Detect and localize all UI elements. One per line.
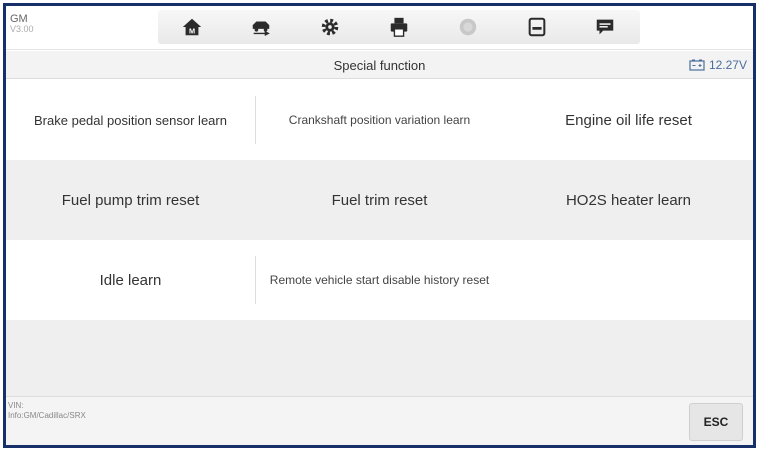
- help-icon: [459, 18, 477, 36]
- settings-button[interactable]: [310, 11, 350, 43]
- vehicle-info: VIN: Info:GM/Cadillac/SRX: [8, 401, 86, 422]
- home-button[interactable]: M: [172, 11, 212, 43]
- message-button[interactable]: [585, 11, 625, 43]
- help-button[interactable]: [448, 11, 488, 43]
- printer-icon: [390, 17, 408, 37]
- function-row: Idle learn Remote vehicle start disable …: [6, 240, 753, 320]
- function-item[interactable]: HO2S heater learn: [504, 160, 753, 240]
- vehicle-path: Info:GM/Cadillac/SRX: [8, 411, 86, 421]
- function-item[interactable]: Crankshaft position variation learn: [255, 80, 504, 160]
- brand-block: GM V3.00: [10, 13, 34, 35]
- battery-voltage: 12.27V: [689, 58, 747, 72]
- function-item[interactable]: Remote vehicle start disable history res…: [255, 240, 504, 320]
- vehicle-swap-icon: [253, 21, 271, 36]
- top-toolbar: GM V3.00 M: [6, 6, 753, 50]
- title-bar: Special function 12.27V: [6, 51, 753, 79]
- software-version: V3.00: [10, 24, 34, 35]
- function-item[interactable]: Fuel pump trim reset: [6, 160, 255, 240]
- function-row: Fuel pump trim reset Fuel trim reset HO2…: [6, 160, 753, 240]
- save-button[interactable]: [517, 11, 557, 43]
- esc-button[interactable]: ESC: [689, 403, 743, 441]
- home-icon: M: [183, 18, 202, 35]
- function-item[interactable]: Brake pedal position sensor learn: [6, 80, 255, 160]
- function-item[interactable]: Fuel trim reset: [255, 160, 504, 240]
- toolbar-icon-group: M: [158, 10, 640, 44]
- function-item[interactable]: Idle learn: [6, 240, 255, 320]
- empty-cell: [504, 240, 753, 320]
- voltage-value: 12.27V: [708, 58, 747, 72]
- battery-icon: [689, 59, 705, 71]
- bottom-bar: VIN: Info:GM/Cadillac/SRX ESC: [6, 396, 753, 445]
- message-icon: [597, 19, 614, 35]
- print-button[interactable]: [379, 11, 419, 43]
- save-icon: [528, 17, 545, 37]
- page-title: Special function: [333, 58, 426, 73]
- vin-label: VIN:: [8, 401, 24, 410]
- vehicle-swap-button[interactable]: [241, 11, 281, 43]
- gear-icon: [321, 18, 339, 36]
- empty-row: [6, 320, 753, 402]
- function-grid: Brake pedal position sensor learn Cranks…: [6, 80, 753, 402]
- function-row: Brake pedal position sensor learn Cranks…: [6, 80, 753, 160]
- svg-text:M: M: [189, 26, 195, 35]
- app-frame: GM V3.00 M Special function 12.27V Brake…: [3, 3, 756, 448]
- function-item[interactable]: Engine oil life reset: [504, 80, 753, 160]
